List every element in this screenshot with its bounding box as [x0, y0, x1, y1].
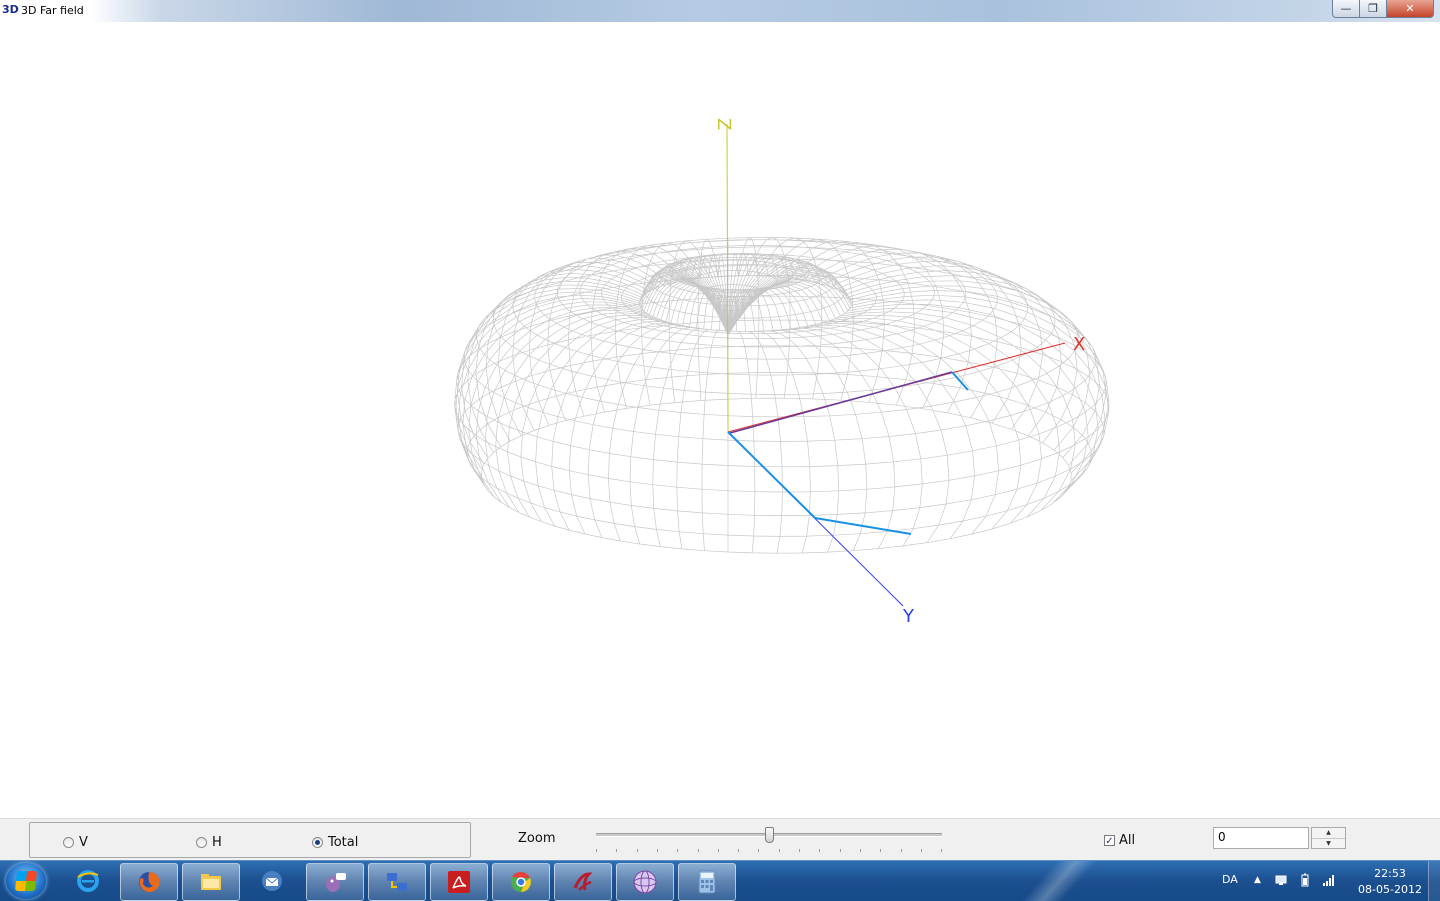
spin-up-icon[interactable]: ▲ [1312, 828, 1345, 839]
windows-logo-icon [14, 871, 38, 891]
radio-h[interactable]: H [196, 835, 222, 850]
component-radio-group: V H Total [29, 822, 471, 858]
radio-total[interactable]: Total [312, 835, 358, 850]
all-checkbox-label: All [1119, 833, 1136, 848]
network-tray-icon[interactable] [1274, 873, 1288, 887]
taskbar-thunderbird-button[interactable] [244, 863, 300, 899]
farfield-wireframe[interactable]: Z X Y [0, 22, 1440, 818]
zoom-slider-tick [799, 849, 800, 852]
pdf-icon [448, 871, 470, 893]
taskbar-adobe-reader-button[interactable] [430, 863, 488, 901]
show-desktop-button[interactable] [1428, 861, 1440, 901]
zoom-slider-tick [657, 849, 658, 852]
all-checkbox[interactable]: ✓ All [1104, 833, 1135, 848]
taskbar-decoration [985, 861, 1125, 901]
x-axis-overlay-line [729, 371, 953, 434]
window-controls: — ❐ ✕ [1332, 0, 1434, 18]
app-icon: 3D [2, 3, 19, 16]
window-title: 3D Far field [21, 4, 84, 17]
network-icon [387, 873, 407, 891]
zoom-slider-tick [840, 849, 841, 852]
clock[interactable]: 22:53 08-05-2012 [1350, 866, 1430, 898]
radio-v-indicator[interactable] [63, 837, 74, 848]
farfield-3d-viewport[interactable]: Z X Y [0, 22, 1440, 818]
firefox-icon [139, 871, 160, 892]
signal-icon[interactable] [1322, 873, 1336, 887]
zoom-slider-tick [698, 849, 699, 852]
radio-total-indicator[interactable] [312, 837, 323, 848]
zoom-slider-tick [779, 849, 780, 852]
zoom-slider-tick [758, 849, 759, 852]
zoom-slider-tick [616, 849, 617, 852]
title-bar: 3D 3D Far field — ❐ ✕ [0, 0, 1440, 23]
radio-total-label: Total [328, 835, 359, 850]
thunderbird-icon [262, 871, 282, 891]
taskbar-internet-explorer-button[interactable] [60, 863, 116, 899]
taskbar-firefox-button[interactable] [120, 863, 178, 901]
controls-bar: V H Total Zoom ✓ All 0 ▲ ▼ [0, 818, 1440, 861]
globe-icon [633, 870, 657, 894]
taskbar-chrome-button[interactable] [492, 863, 550, 901]
zoom-slider-tick [921, 849, 922, 852]
show-hidden-icons-icon[interactable]: ▲ [1254, 875, 1261, 885]
radio-v[interactable]: V [63, 835, 88, 850]
y-axis-marker [814, 517, 912, 535]
y-axis-highlight [727, 431, 816, 519]
zoom-slider[interactable] [596, 827, 944, 853]
zoom-slider-tick [637, 849, 638, 852]
start-button[interactable] [6, 863, 46, 899]
zoom-label: Zoom [518, 831, 556, 846]
taskbar: DA ▲ 22:53 08-05-2012 [0, 860, 1440, 901]
zoom-slider-tick [860, 849, 861, 852]
language-indicator[interactable]: DA [1222, 873, 1238, 886]
taskbar-farfield-app-button[interactable] [616, 863, 674, 901]
value-spin-input[interactable]: 0 [1213, 827, 1309, 849]
zoom-slider-thumb[interactable] [765, 827, 774, 843]
close-button[interactable]: ✕ [1387, 0, 1434, 18]
ie-icon [77, 870, 99, 892]
maximize-button[interactable]: ❐ [1360, 0, 1387, 18]
radio-v-label: V [79, 835, 88, 850]
system-tray: DA ▲ 22:53 08-05-2012 [1210, 861, 1440, 901]
z-axis-line [726, 123, 729, 433]
value-spin-buttons[interactable]: ▲ ▼ [1311, 827, 1346, 849]
minimize-button[interactable]: — [1332, 0, 1360, 18]
battery-icon[interactable] [1298, 873, 1312, 887]
zoom-slider-tick [819, 849, 820, 852]
radio-h-indicator[interactable] [196, 837, 207, 848]
radiation-pattern-mesh [454, 237, 1110, 554]
taskbar-antenna-tool-button[interactable] [554, 863, 612, 901]
folder-icon [201, 874, 221, 890]
clock-date: 08-05-2012 [1358, 883, 1422, 896]
chrome-icon [511, 871, 531, 892]
taskbar-pidgin-button[interactable] [306, 863, 364, 901]
taskbar-file-explorer-button[interactable] [182, 863, 240, 901]
y-axis-label: Y [902, 606, 915, 627]
wireframe-lines [454, 237, 1110, 554]
x-axis-label: X [1073, 334, 1085, 355]
taskbar-network-tool-button[interactable] [368, 863, 426, 901]
zoom-slider-tick [880, 849, 881, 852]
all-checkbox-box[interactable]: ✓ [1104, 835, 1115, 847]
zoom-slider-tick [718, 849, 719, 852]
radio-h-label: H [212, 835, 222, 850]
z-axis-label: Z [713, 118, 734, 130]
antenna-icon [573, 872, 593, 891]
taskbar-calculator-button[interactable] [678, 863, 736, 901]
zoom-slider-tick [596, 849, 597, 852]
zoom-slider-tick [677, 849, 678, 852]
calculator-icon [698, 870, 716, 894]
zoom-slider-tick [738, 849, 739, 852]
spin-down-icon[interactable]: ▼ [1312, 839, 1345, 849]
zoom-slider-tick [941, 849, 942, 852]
clock-time: 22:53 [1374, 867, 1406, 880]
zoom-slider-tick [901, 849, 902, 852]
pidgin-icon [326, 873, 346, 892]
